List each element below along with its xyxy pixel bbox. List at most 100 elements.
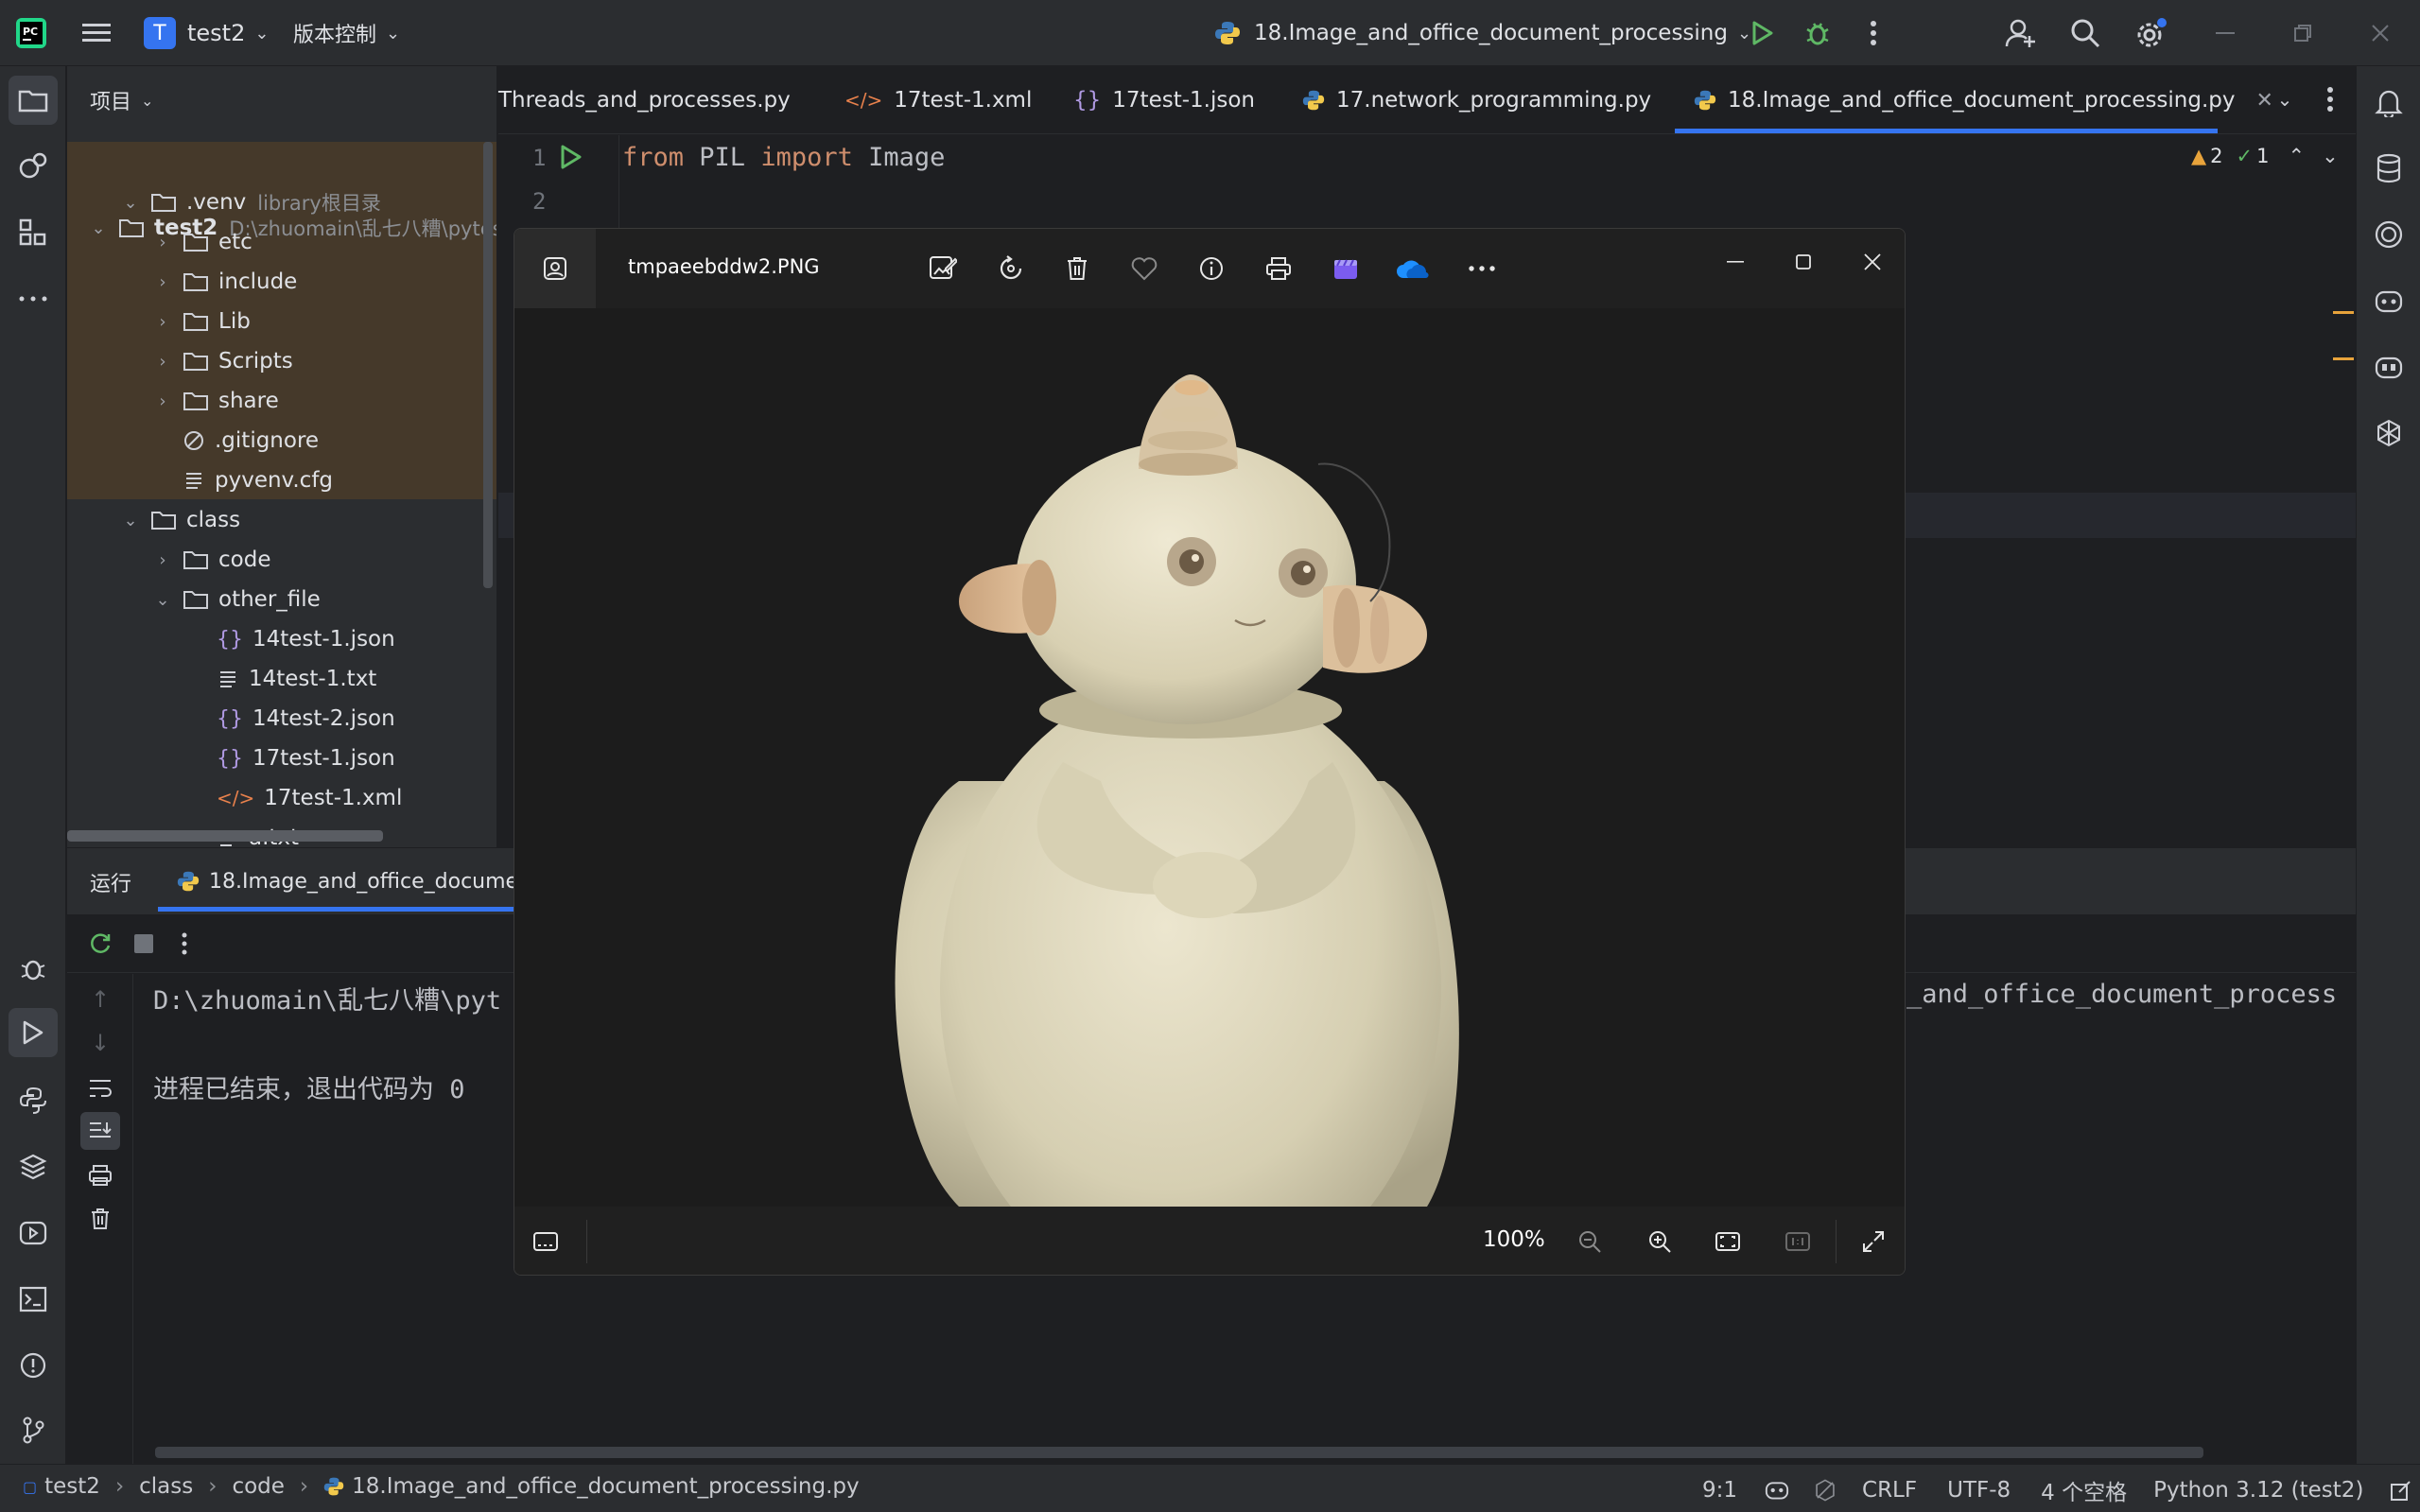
tree-item-other-file[interactable]: ⌄ other_file [152,580,497,619]
debug-tool-icon[interactable] [12,947,54,989]
debug-icon[interactable] [1801,17,1835,49]
viewer-minimize-icon[interactable] [1714,240,1757,284]
problems-icon[interactable] [12,1345,54,1386]
run-config-selector[interactable]: 18.Image_and_office_document_processing … [1214,15,1751,51]
terminal-icon[interactable] [12,1278,54,1320]
soft-wrap-icon[interactable] [84,1072,116,1104]
settings-gear-icon[interactable] [2132,15,2169,53]
filmstrip-icon[interactable] [524,1220,567,1263]
window-close-icon[interactable] [2366,21,2394,45]
plugins-icon[interactable] [12,146,54,187]
database-icon[interactable] [2370,149,2408,187]
copilot-icon[interactable] [2370,348,2408,386]
line-separator[interactable]: CRLF [1862,1478,1917,1503]
rerun-icon[interactable] [84,928,116,960]
tree-item-14test-1-json[interactable]: {} 14test-1.json [217,619,497,659]
window-restore-icon[interactable] [2289,21,2317,45]
stop-icon[interactable] [128,928,160,960]
tab-more-icon[interactable] [2316,83,2344,115]
breadcrumb-item[interactable]: test2 [44,1474,100,1499]
window-minimize-icon[interactable] [2211,21,2239,45]
tree-item-include[interactable]: › include [152,262,497,302]
rotate-icon[interactable] [989,247,1033,290]
tree-item-venv[interactable]: ⌄ .venv library根目录 [120,182,497,222]
services-icon[interactable] [12,1212,54,1254]
breadcrumb-item[interactable]: code [232,1474,284,1499]
image-canvas[interactable] [514,308,1905,1207]
tree-item-scripts[interactable]: › Scripts [152,341,497,381]
ai-status-icon[interactable] [1764,1479,1790,1502]
zoom-level[interactable]: 100% [1483,1227,1545,1252]
trash-icon[interactable] [84,1203,116,1235]
run-icon[interactable] [1746,17,1780,49]
indent-setting[interactable]: 4 个空格 [2041,1474,2127,1506]
run-more-icon[interactable] [173,928,196,960]
chevron-up-icon[interactable]: ⌃ [2289,145,2306,167]
tree-item-code[interactable]: › code [152,540,497,580]
tree-item-class[interactable]: ⌄ class [120,500,497,540]
arrow-down-icon[interactable]: ↓ [84,1027,116,1059]
tree-item-etc[interactable]: › etc [152,222,497,262]
fullscreen-icon[interactable] [1852,1220,1895,1263]
onedrive-icon[interactable] [1390,247,1434,290]
edit-image-icon[interactable] [921,247,965,290]
add-user-icon[interactable] [2003,15,2039,51]
scroll-to-end-icon[interactable] [80,1112,120,1150]
project-horizontal-scrollbar[interactable] [67,830,383,842]
tree-item-lib[interactable]: › Lib [152,302,497,341]
python-console-icon[interactable] [12,1080,54,1121]
project-vertical-scrollbar[interactable] [483,142,493,588]
tab-17-network-programming[interactable]: 17.network_programming.py [1302,66,1651,134]
zoom-in-icon[interactable] [1638,1220,1681,1263]
search-icon[interactable] [2067,15,2103,51]
favorite-heart-icon[interactable] [1123,247,1166,290]
clipchamp-icon[interactable] [1324,247,1367,290]
more-options-icon[interactable] [1460,247,1504,290]
tree-item-share[interactable]: › share [152,381,497,421]
layers-icon[interactable] [12,1146,54,1188]
tree-item-14test-2-json[interactable]: {} 14test-2.json [217,699,497,739]
project-folder-icon[interactable] [9,76,58,125]
openai-icon[interactable] [2370,414,2408,452]
chevron-down-icon[interactable]: ⌄ [2322,145,2339,167]
ai-assistant-icon[interactable] [2370,282,2408,320]
tab-18-image-and-office[interactable]: 18.Image_and_office_document_processing.… [1694,66,2273,134]
copilot-status-icon[interactable] [1813,1478,1837,1503]
tree-item-pyvenv[interactable]: pyvenv.cfg [183,461,497,500]
read-only-toggle-icon[interactable] [2390,1479,2412,1502]
notifications-bell-icon[interactable] [2370,83,2408,121]
console-horizontal-scrollbar[interactable] [155,1447,2203,1458]
breadcrumb-item[interactable]: class [139,1474,193,1499]
viewer-close-icon[interactable] [1851,240,1894,284]
delete-icon[interactable] [1055,247,1099,290]
viewer-maximize-icon[interactable] [1782,240,1825,284]
arrow-up-icon[interactable]: ↑ [84,983,116,1016]
print-icon[interactable] [84,1159,116,1191]
breadcrumb-item[interactable]: 18.Image_and_office_document_processing.… [352,1474,860,1499]
endpoints-icon[interactable] [2370,216,2408,253]
tree-item-17test-1-json[interactable]: {} 17test-1.json [217,739,497,778]
print-icon[interactable] [1257,247,1300,290]
info-icon[interactable] [1190,247,1233,290]
zoom-out-icon[interactable] [1568,1220,1611,1263]
git-branch-icon[interactable] [12,1409,54,1451]
warning-stripe-marker[interactable] [2333,357,2354,360]
tab-17test-1-xml[interactable]: </> 17test-1.xml [844,66,1032,134]
more-actions-icon[interactable] [1859,17,1888,49]
tree-item-17test-1-xml[interactable]: </> 17test-1.xml [217,778,497,818]
gallery-icon[interactable] [514,229,596,308]
tree-item-gitignore[interactable]: .gitignore [183,421,497,461]
inspection-widget[interactable]: ▲ 2 ✓ 1 ⌃ ⌄ [2191,145,2339,167]
run-gutter-icon[interactable] [557,143,585,171]
structure-icon[interactable] [12,212,54,253]
python-interpreter[interactable]: Python 3.12 (test2) [2153,1478,2363,1503]
file-encoding[interactable]: UTF-8 [1947,1478,2011,1503]
tabs-dropdown-icon[interactable]: ⌄ [2269,83,2301,115]
warning-stripe-marker[interactable] [2333,311,2354,314]
actual-size-icon[interactable] [1776,1220,1819,1263]
more-tools-icon[interactable] [12,278,54,320]
tab-17test-1-json[interactable]: {} 17test-1.json [1073,66,1255,134]
tab-threads-and-processes[interactable]: Threads_and_processes.py [498,66,791,134]
run-tab[interactable]: 18.Image_and_office_documer [177,863,527,899]
caret-position[interactable]: 9:1 [1702,1478,1737,1503]
